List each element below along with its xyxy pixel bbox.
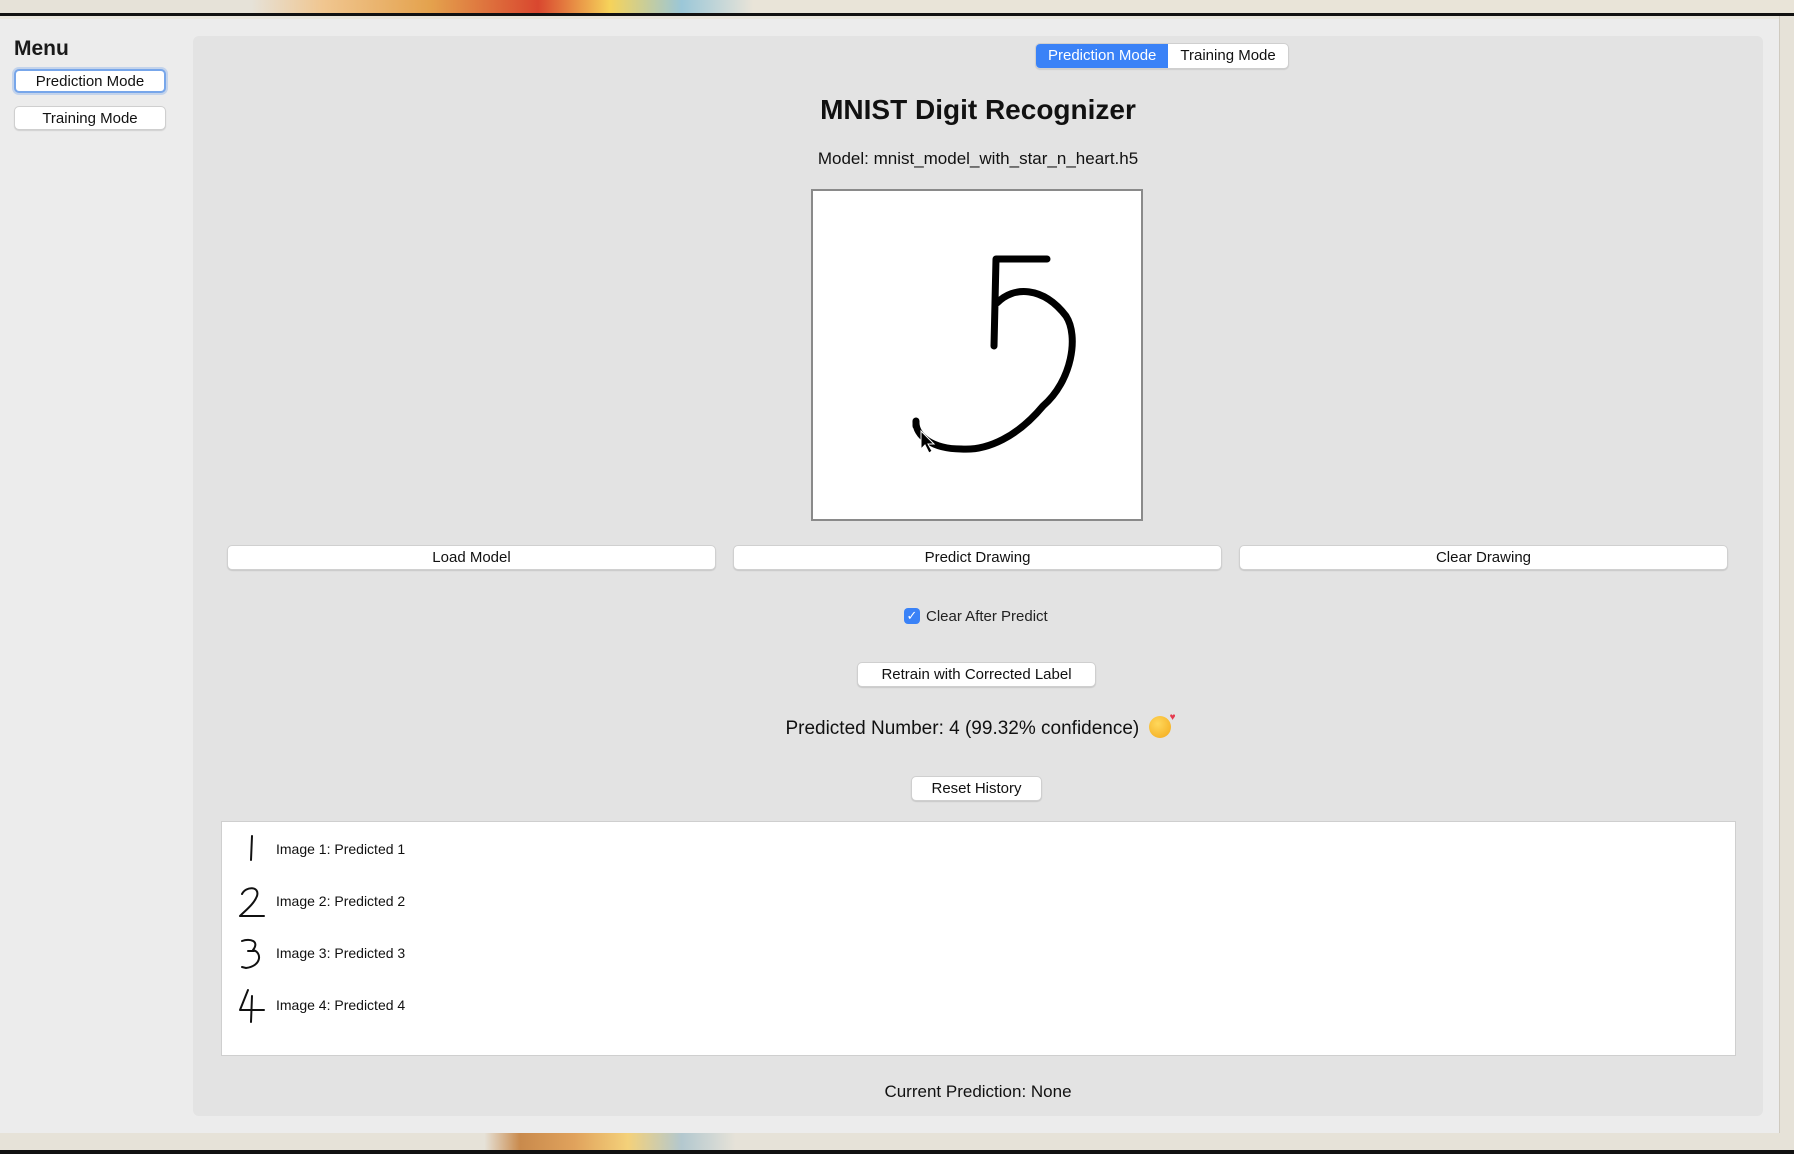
prediction-result: Predicted Number: 4 (99.32% confidence)	[193, 712, 1763, 740]
model-label: Model: mnist_model_with_star_n_heart.h5	[817, 149, 1139, 168]
desktop-wallpaper-right	[1779, 16, 1794, 1133]
drawing-canvas[interactable]	[811, 189, 1143, 521]
current-prediction: Current Prediction: None	[884, 1082, 1072, 1101]
tab-prediction-mode[interactable]: Prediction Mode	[1036, 44, 1169, 68]
predict-drawing-button[interactable]: Predict Drawing	[733, 545, 1222, 570]
checkmark-icon[interactable]: ✓	[904, 608, 920, 624]
prediction-history-list: Image 1: Predicted 1 Image 2: Predicted …	[221, 821, 1736, 1056]
list-item: Image 3: Predicted 3	[230, 930, 405, 976]
clear-drawing-button[interactable]: Clear Drawing	[1239, 545, 1728, 570]
mode-tabs: Prediction Mode Training Mode	[1035, 43, 1289, 69]
main-panel: Prediction Mode Training Mode MNIST Digi…	[193, 36, 1763, 1116]
list-item: Image 2: Predicted 2	[230, 878, 405, 924]
history-item-label: Image 1: Predicted 1	[276, 841, 406, 857]
sidebar-prediction-mode-button[interactable]: Prediction Mode	[14, 69, 166, 93]
tab-training-mode[interactable]: Training Mode	[1168, 44, 1287, 68]
history-thumbnail	[241, 938, 260, 969]
app-window: Menu Prediction Mode Training Mode Predi…	[0, 19, 1779, 1133]
sidebar-training-mode-button[interactable]: Training Mode	[14, 106, 166, 130]
history-item-label: Image 2: Predicted 2	[276, 893, 406, 909]
prediction-text: Predicted Number: 4 (99.32% confidence)	[785, 718, 1140, 739]
history-thumbnail	[250, 835, 253, 861]
list-item: Image 4: Predicted 4	[230, 982, 405, 1028]
history-thumbnail	[239, 887, 265, 917]
menu-title: Menu	[14, 37, 69, 60]
page-title: MNIST Digit Recognizer	[820, 94, 1136, 125]
list-item: Image 1: Predicted 1	[230, 826, 405, 872]
history-item-label: Image 3: Predicted 3	[276, 945, 406, 961]
history-thumbnail	[239, 989, 265, 1023]
retrain-button[interactable]: Retrain with Corrected Label	[857, 662, 1096, 687]
desktop-wallpaper-top	[0, 0, 1794, 16]
clear-after-predict-checkbox[interactable]: ✓ Clear After Predict	[904, 605, 1048, 627]
desktop-wallpaper-bottom	[0, 1133, 1794, 1154]
drawn-digit-stroke	[912, 255, 1076, 453]
clear-after-predict-label: Clear After Predict	[926, 607, 1048, 625]
reset-history-button[interactable]: Reset History	[911, 776, 1042, 801]
mouse-cursor-icon	[920, 429, 936, 454]
history-item-label: Image 4: Predicted 4	[276, 997, 406, 1013]
load-model-button[interactable]: Load Model	[227, 545, 716, 570]
smiling-face-with-hearts-icon	[1148, 712, 1176, 738]
sidebar: Menu Prediction Mode Training Mode	[0, 19, 180, 1133]
